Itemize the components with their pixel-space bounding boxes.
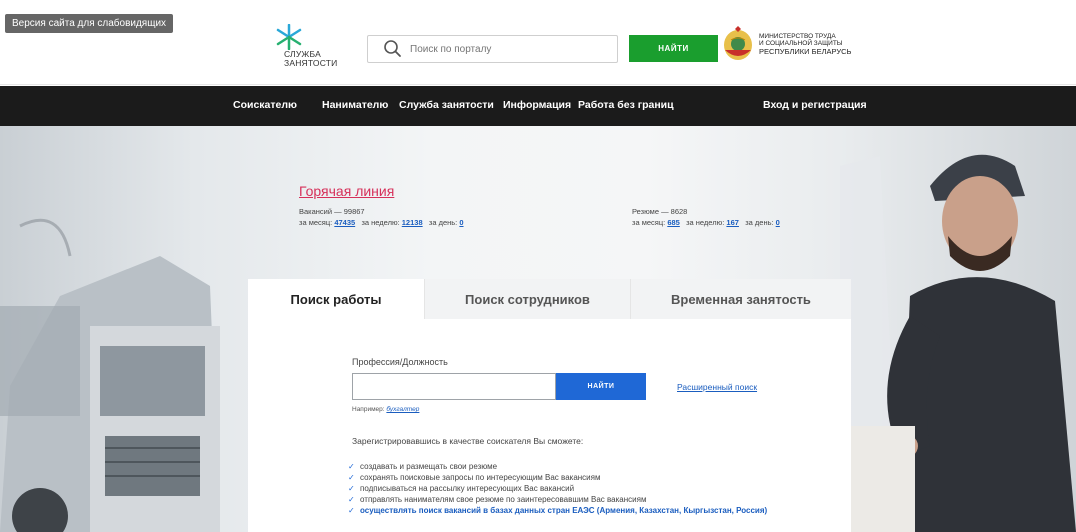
logo[interactable]: СЛУЖБА ЗАНЯТОСТИ	[274, 24, 354, 74]
tab-job-search[interactable]: Поиск работы	[248, 279, 424, 319]
nav-item-work-abroad[interactable]: Работа без границ	[578, 99, 674, 111]
logo-text: СЛУЖБА ЗАНЯТОСТИ	[284, 50, 337, 68]
example-hint: Например: бухгалтер	[352, 406, 419, 413]
profession-input[interactable]	[352, 373, 556, 400]
benefit-text-eaeu[interactable]: осуществлять поиск вакансий в базах данн…	[360, 505, 767, 516]
tab-employee-search[interactable]: Поиск сотрудников	[424, 279, 630, 319]
benefit-text: сохранять поисковые запросы по интересую…	[360, 473, 601, 482]
benefit-text: создавать и размещать свои резюме	[360, 462, 498, 471]
ministry-link[interactable]: МИНИСТЕРСТВО ТРУДА И СОЦИАЛЬНОЙ ЗАЩИТЫ Р…	[722, 26, 851, 62]
register-text: Зарегистрировавшись в качестве соискател…	[352, 436, 584, 446]
truck-image	[0, 218, 220, 532]
benefit-text: подписываться на рассылку интересующих В…	[360, 484, 575, 493]
list-item: ✓ подписываться на рассылку интересующих …	[348, 483, 767, 494]
check-icon: ✓	[348, 495, 355, 504]
logo-icon	[276, 24, 302, 50]
check-icon: ✓	[348, 462, 355, 471]
check-icon: ✓	[348, 473, 355, 482]
list-item: ✓ создавать и размещать свои резюме	[348, 461, 767, 472]
login-register-link[interactable]: Вход и регистрация	[763, 99, 867, 111]
nav-item-job-seeker[interactable]: Соискателю	[233, 99, 297, 111]
resumes-month-label: за месяц:	[632, 218, 666, 227]
ministry-line3: РЕСПУБЛИКИ БЕЛАРУСЬ	[759, 46, 852, 56]
vacancies-total: Вакансий — 99867	[299, 207, 365, 216]
ministry-text: МИНИСТЕРСТВО ТРУДА И СОЦИАЛЬНОЙ ЗАЩИТЫ Р…	[759, 33, 851, 56]
portal-search	[367, 35, 618, 63]
portal-search-input[interactable]	[410, 43, 600, 55]
resumes-day-link[interactable]: 0	[776, 218, 780, 227]
benefits-list: ✓ создавать и размещать свои резюме ✓ сохр…	[348, 461, 767, 516]
low-vision-button[interactable]: Версия сайта для слабовидящих	[5, 14, 174, 33]
nav-item-employer[interactable]: Нанимателю	[322, 99, 388, 111]
resumes-week-label: за неделю:	[686, 218, 725, 227]
nav-item-employment-service[interactable]: Служба занятости	[399, 99, 494, 111]
search-icon	[384, 40, 401, 57]
hero-section: Горячая линия Вакансий — 99867 за месяц:…	[0, 126, 1076, 532]
hotline-link[interactable]: Горячая линия	[299, 183, 394, 199]
example-link[interactable]: бухгалтер	[386, 406, 419, 413]
vacancies-periods: за месяц: 47435 за неделю: 12138 за день…	[299, 217, 464, 228]
vacancies-week-label: за неделю:	[361, 218, 400, 227]
profession-label: Профессия/Должность	[352, 357, 448, 367]
list-item: ✓ сохранять поисковые запросы по интересу…	[348, 472, 767, 483]
belarus-emblem-icon	[724, 26, 752, 60]
list-item: ✓ отправлять нанимателям свое резюме по з…	[348, 494, 767, 505]
search-panel: Поиск работы Поиск сотрудников Временная…	[248, 279, 851, 532]
portal-search-button[interactable]: НАЙТИ	[629, 35, 718, 62]
example-label: Например:	[352, 406, 385, 413]
site-header: Версия сайта для слабовидящих СЛУЖБА ЗАН…	[0, 0, 1076, 85]
check-icon: ✓	[348, 484, 355, 493]
list-item[interactable]: ✓ осуществлять поиск вакансий в базах дан…	[348, 505, 767, 516]
advanced-search-link[interactable]: Расширенный поиск	[677, 382, 757, 392]
resumes-day-label: за день:	[745, 218, 774, 227]
main-nav: Соискателю Нанимателю Служба занятости И…	[0, 86, 1076, 126]
find-job-button[interactable]: НАЙТИ	[556, 373, 646, 400]
check-icon: ✓	[348, 506, 355, 515]
vacancies-month-label: за месяц:	[299, 218, 333, 227]
nav-item-information[interactable]: Информация	[503, 99, 571, 111]
vacancies-month-link[interactable]: 47435	[334, 218, 355, 227]
resumes-periods: за месяц: 685 за неделю: 167 за день: 0	[632, 217, 780, 228]
vacancies-day-label: за день:	[428, 218, 458, 227]
benefit-text: отправлять нанимателям свое резюме по за…	[360, 495, 647, 504]
tab-temporary-employment[interactable]: Временная занятость	[630, 279, 851, 319]
resumes-week-link[interactable]: 167	[726, 218, 739, 227]
resumes-total: Резюме — 8628	[632, 207, 688, 216]
vacancies-day-link[interactable]: 0	[459, 218, 463, 227]
resumes-month-link[interactable]: 685	[667, 218, 680, 227]
logo-line2: ЗАНЯТОСТИ	[284, 58, 338, 68]
search-tabs: Поиск работы Поиск сотрудников Временная…	[248, 279, 851, 319]
vacancies-stats: Вакансий — 99867 за месяц: 47435 за неде…	[299, 206, 464, 228]
worker-image	[840, 154, 1076, 532]
resumes-stats: Резюме — 8628 за месяц: 685 за неделю: 1…	[632, 206, 780, 228]
vacancies-week-link[interactable]: 12138	[402, 218, 423, 227]
